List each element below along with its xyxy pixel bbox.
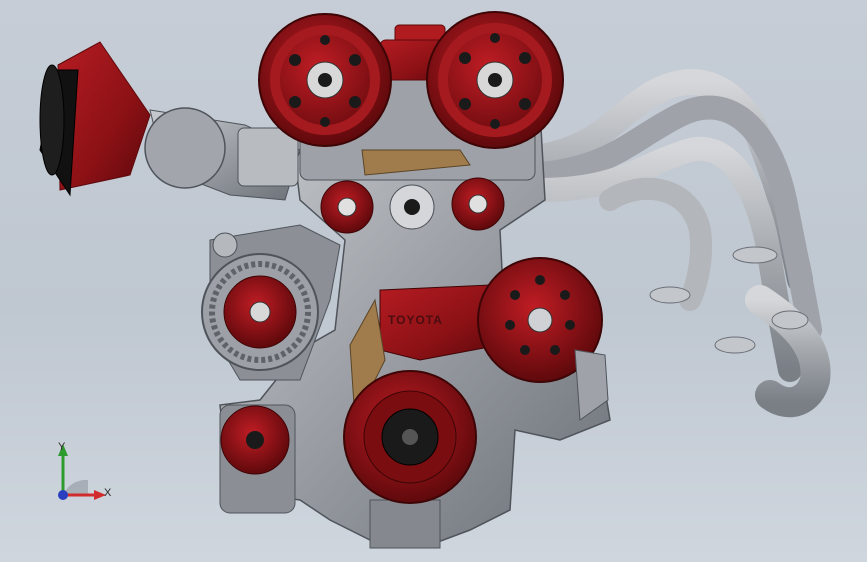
brand-logo-text: TOYOTA xyxy=(388,313,443,327)
3d-viewport[interactable]: TOYOTA Y X xyxy=(0,0,867,562)
y-axis-label: Y xyxy=(58,441,66,453)
crank-pulley[interactable] xyxy=(343,370,477,504)
cam-pulley-right[interactable] xyxy=(426,11,564,149)
idler-pulley-center[interactable] xyxy=(389,184,435,230)
idler-pulley-right[interactable] xyxy=(451,177,505,231)
idler-pulley-left[interactable] xyxy=(320,180,374,234)
power-steering-pump[interactable] xyxy=(219,404,296,514)
engine-model[interactable] xyxy=(0,0,867,562)
x-axis-label: X xyxy=(104,487,112,499)
cam-pulley-left[interactable] xyxy=(258,13,392,147)
